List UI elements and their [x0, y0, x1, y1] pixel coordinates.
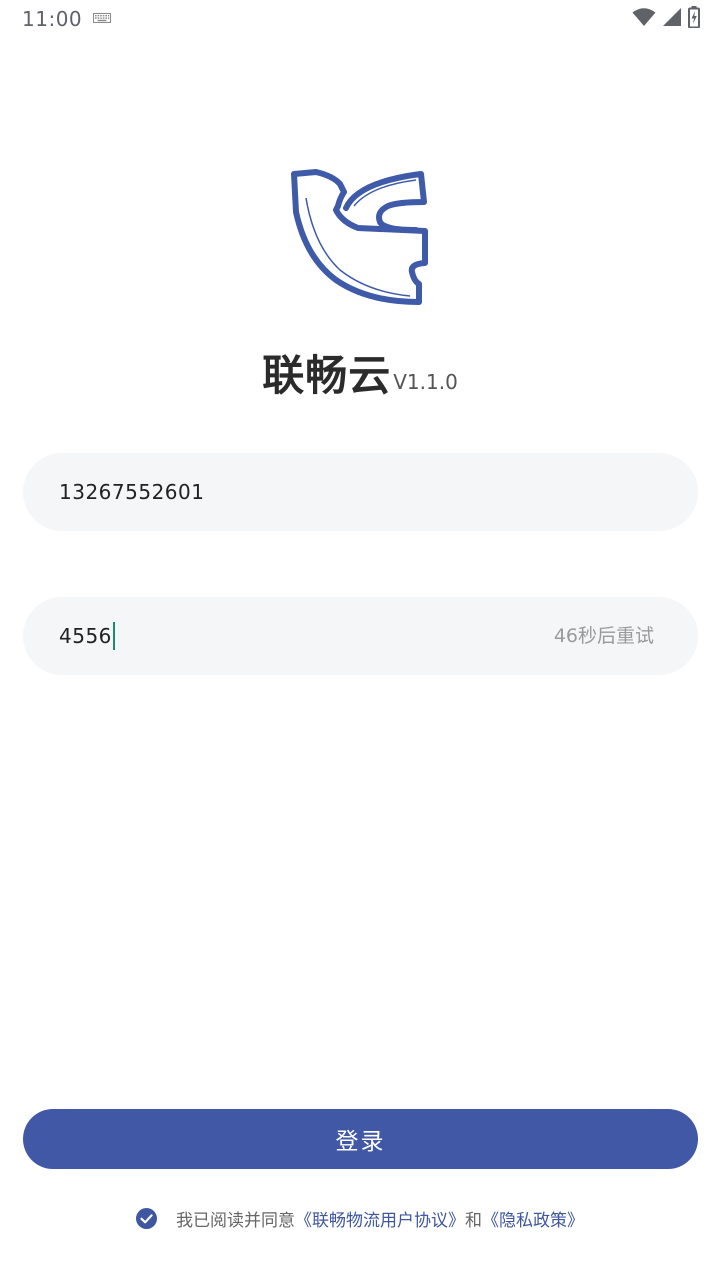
- agreement-row: 我已阅读并同意 《联畅物流用户协议》 和 《隐私政策》: [0, 1204, 720, 1232]
- agreement-checkbox-checked-icon[interactable]: [136, 1207, 157, 1229]
- app-name: 联畅云: [262, 351, 392, 400]
- agreement-conjunction: 和: [465, 1210, 482, 1231]
- wifi-icon: [632, 8, 656, 26]
- battery-charging-icon: [688, 6, 700, 28]
- status-icons: [632, 6, 700, 28]
- app-version: V1.1.0: [393, 370, 458, 394]
- phone-value: 13267552601: [59, 480, 205, 504]
- phone-input[interactable]: 13267552601: [23, 453, 698, 531]
- app-logo: [291, 169, 428, 305]
- verification-code-input[interactable]: 4556 46秒后重试: [23, 597, 698, 675]
- user-agreement-link[interactable]: 《联畅物流用户协议》: [295, 1206, 465, 1231]
- agreement-prefix: 我已阅读并同意: [176, 1210, 295, 1231]
- keyboard-icon: [93, 13, 111, 23]
- code-text: 4556: [59, 624, 112, 648]
- resend-code-button[interactable]: 46秒后重试: [554, 597, 654, 675]
- login-button[interactable]: 登录: [23, 1109, 698, 1169]
- privacy-policy-link[interactable]: 《隐私政策》: [482, 1206, 584, 1231]
- signal-icon: [663, 8, 681, 26]
- text-cursor: [112, 621, 115, 650]
- login-screen: 11:00 联畅云 V1.1.0 13267552601 4556 46秒后重试…: [0, 0, 720, 1280]
- status-bar: 11:00: [0, 0, 720, 38]
- app-title: 联畅云 V1.1.0: [0, 346, 720, 402]
- status-time: 11:00: [22, 7, 83, 31]
- verification-code-value: 4556: [59, 597, 115, 675]
